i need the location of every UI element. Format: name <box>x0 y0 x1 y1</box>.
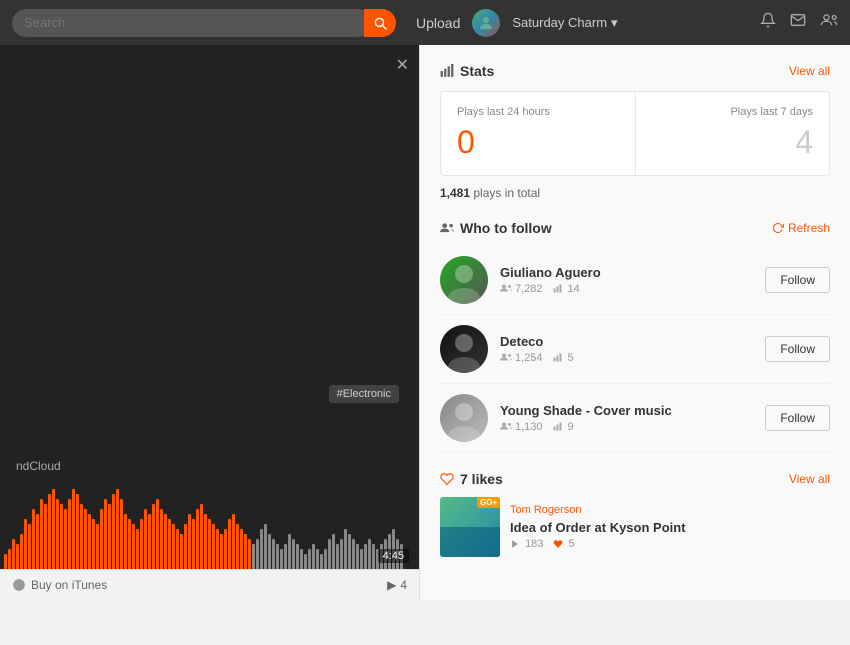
plays-total: 1,481 plays in total <box>440 186 830 200</box>
top-nav: Upload Saturday Charm ▾ <box>0 0 850 45</box>
liked-title: Idea of Order at Kyson Point <box>510 520 830 535</box>
stats-title: Stats <box>440 63 494 79</box>
search-input[interactable] <box>12 9 372 37</box>
followers-icon <box>500 284 512 294</box>
stats-grid: Plays last 24 hours 0 Plays last 7 days … <box>440 91 830 176</box>
follow-card-2: Young Shade - Cover music 1,130 9 Follow <box>440 384 830 453</box>
follow-avatar-1 <box>440 325 488 373</box>
itunes-label: Buy on iTunes <box>31 578 107 592</box>
likes-view-all[interactable]: View all <box>789 472 830 486</box>
stat-24h: Plays last 24 hours 0 <box>441 92 635 175</box>
who-to-follow-label: Who to follow <box>460 220 552 236</box>
close-button[interactable]: ✕ <box>396 55 409 75</box>
people-icon[interactable] <box>820 12 838 33</box>
liked-plays: 183 <box>510 538 543 550</box>
go-plus-badge: GO+ <box>477 497 500 508</box>
stats-icon <box>440 64 454 78</box>
follow-name-0: Giuliano Aguero <box>500 265 753 280</box>
liked-thumbnail[interactable]: GO+ <box>440 497 500 557</box>
player-controls: Buy on iTunes ▶ 4 <box>0 569 419 600</box>
liked-meta: 183 5 <box>510 538 830 550</box>
notification-icon[interactable] <box>760 12 776 33</box>
follow-list: Giuliano Aguero 7,282 14 Follow Deteco <box>440 246 830 453</box>
likes-heart-icon <box>440 472 454 486</box>
liked-likes: 5 <box>553 538 574 550</box>
follow-button-1[interactable]: Follow <box>765 336 830 362</box>
left-panel: ndCloud ✕ #Electronic 4:45 Buy on iTunes… <box>0 45 420 600</box>
message-icon[interactable] <box>790 12 806 33</box>
username-dropdown[interactable]: Saturday Charm ▾ <box>512 15 617 31</box>
liked-track: GO+ Tom Rogerson Idea of <box>440 497 830 557</box>
follow-info-0: Giuliano Aguero 7,282 14 <box>500 265 753 295</box>
plays-total-count: 1,481 <box>440 186 470 200</box>
plays-total-suffix: plays in total <box>473 186 540 200</box>
follow-name-2: Young Shade - Cover music <box>500 403 753 418</box>
tracks-count-2: 9 <box>553 421 574 433</box>
tag-badge[interactable]: #Electronic <box>329 385 399 403</box>
likes-header: 7 likes View all <box>440 471 830 487</box>
stat-7d: Plays last 7 days 4 <box>635 92 830 175</box>
followers-icon <box>500 422 512 432</box>
follow-name-1: Deteco <box>500 334 753 349</box>
nav-icons <box>760 12 838 33</box>
track-title-area: ndCloud <box>0 443 419 489</box>
follow-avatar-2 <box>440 394 488 442</box>
itunes-button[interactable]: Buy on iTunes <box>12 578 107 592</box>
play-count: ▶ 4 <box>387 578 407 592</box>
follow-info-2: Young Shade - Cover music 1,130 9 <box>500 403 753 433</box>
followers-count-0: 7,282 <box>500 283 543 295</box>
tracks-icon <box>553 422 565 432</box>
stat-7d-value: 4 <box>652 124 814 161</box>
refresh-icon <box>772 222 784 234</box>
who-to-follow-title: Who to follow <box>440 220 552 236</box>
stat-24h-label: Plays last 24 hours <box>457 106 619 118</box>
stats-view-all[interactable]: View all <box>789 64 830 78</box>
username-label: Saturday Charm <box>512 15 607 30</box>
search-icon[interactable] <box>364 9 396 37</box>
tracks-count-0: 14 <box>553 283 580 295</box>
timestamp: 4:45 <box>378 549 409 563</box>
tracks-icon <box>553 284 565 294</box>
follow-card-0: Giuliano Aguero 7,282 14 Follow <box>440 246 830 315</box>
play-count-value: 4 <box>400 578 407 592</box>
refresh-button[interactable]: Refresh <box>772 221 830 235</box>
stat-7d-label: Plays last 7 days <box>652 106 814 118</box>
follow-card-1: Deteco 1,254 5 Follow <box>440 315 830 384</box>
right-panel: Stats View all Plays last 24 hours 0 Pla… <box>420 45 850 600</box>
liked-artist: Tom Rogerson <box>510 504 830 516</box>
waveform-bars <box>0 489 419 569</box>
stat-24h-value: 0 <box>457 124 619 161</box>
waveform[interactable]: 4:45 <box>0 489 419 569</box>
followers-count-1: 1,254 <box>500 352 543 364</box>
stats-label: Stats <box>460 63 494 79</box>
follow-meta-1: 1,254 5 <box>500 352 753 364</box>
likes-label: 7 likes <box>460 471 503 487</box>
follow-button-0[interactable]: Follow <box>765 267 830 293</box>
track-source: ndCloud <box>16 459 403 473</box>
followers-icon <box>500 353 512 363</box>
likes-section: 7 likes View all GO+ <box>440 471 830 557</box>
follow-meta-0: 7,282 14 <box>500 283 753 295</box>
follow-meta-2: 1,130 9 <box>500 421 753 433</box>
chevron-down-icon: ▾ <box>611 15 618 31</box>
likes-title: 7 likes <box>440 471 503 487</box>
follow-info-1: Deteco 1,254 5 <box>500 334 753 364</box>
tracks-count-1: 5 <box>553 352 574 364</box>
play-icon: ▶ <box>387 578 396 592</box>
avatar[interactable] <box>472 9 500 37</box>
tracks-icon <box>553 353 565 363</box>
liked-info: Tom Rogerson Idea of Order at Kyson Poin… <box>510 504 830 550</box>
main-layout: ndCloud ✕ #Electronic 4:45 Buy on iTunes… <box>0 45 850 600</box>
followers-count-2: 1,130 <box>500 421 543 433</box>
track-background: ndCloud ✕ #Electronic 4:45 <box>0 45 419 569</box>
people-follow-icon <box>440 222 454 234</box>
stats-header: Stats View all <box>440 63 830 79</box>
upload-button[interactable]: Upload <box>416 15 460 31</box>
follow-button-2[interactable]: Follow <box>765 405 830 431</box>
follow-avatar-0 <box>440 256 488 304</box>
refresh-label: Refresh <box>788 221 830 235</box>
who-to-follow-header: Who to follow Refresh <box>440 220 830 236</box>
